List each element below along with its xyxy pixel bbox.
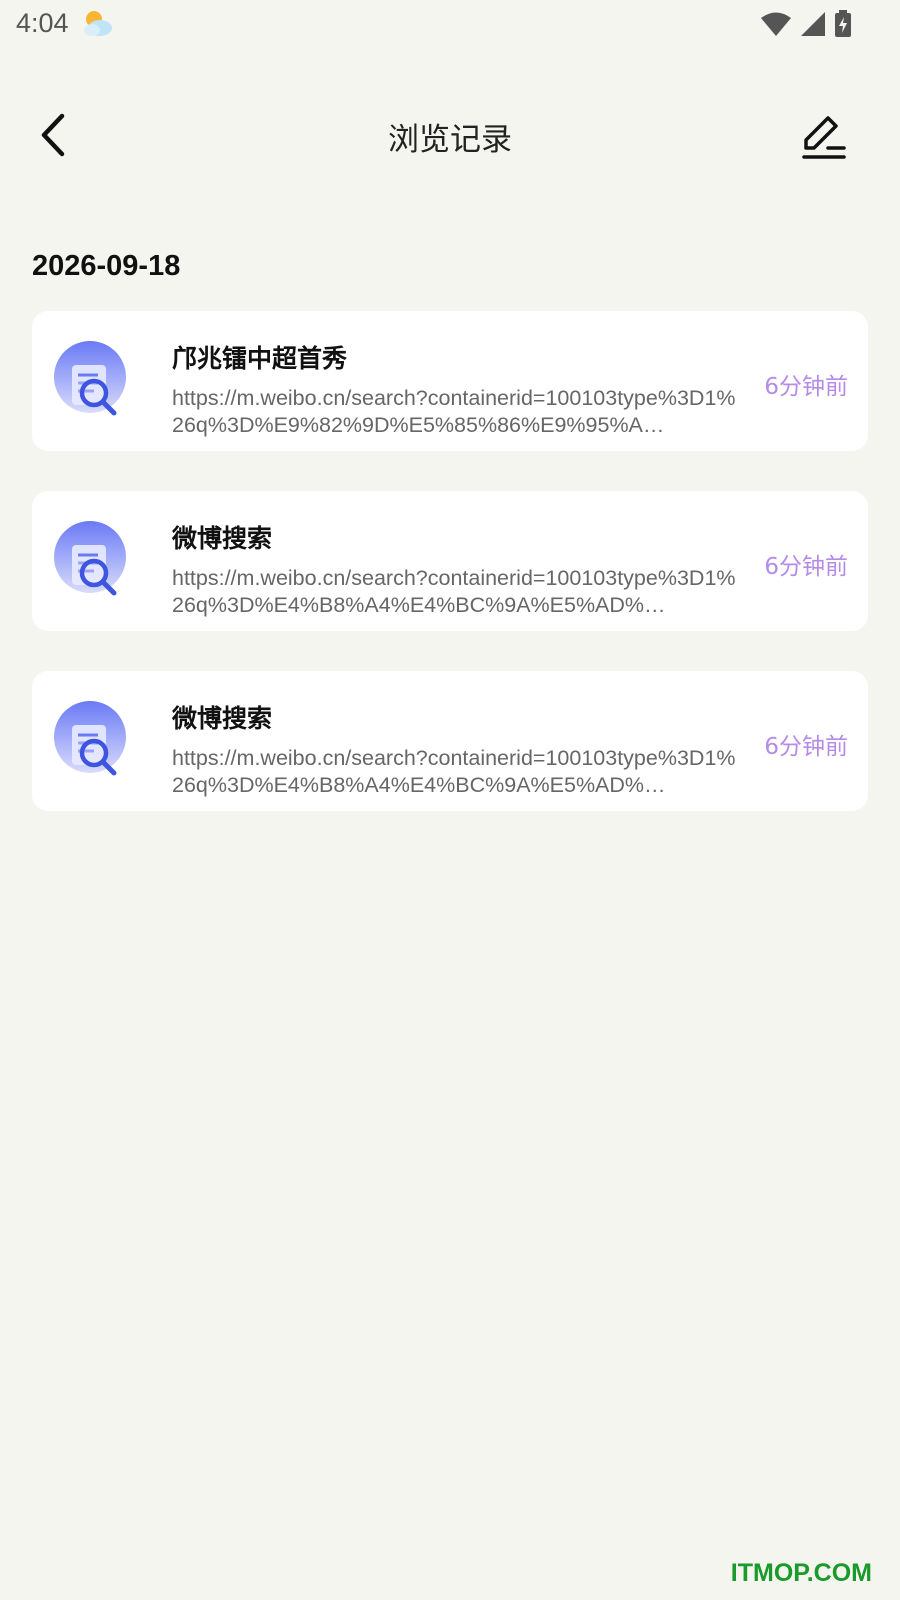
item-url: https://m.weibo.cn/search?containerid=10… [172,566,736,617]
date-group-label: 2026-09-18 [32,250,181,282]
item-title: 微博搜索 [172,524,273,553]
search-document-icon [54,521,136,603]
wifi-icon [760,11,792,41]
item-title: 邝兆镭中超首秀 [172,344,348,373]
history-list: 邝兆镭中超首秀 https://m.weibo.cn/search?contai… [32,311,868,851]
item-url: https://m.weibo.cn/search?containerid=10… [172,386,736,437]
history-item[interactable]: 微博搜索 https://m.weibo.cn/search?container… [32,671,868,811]
item-url: https://m.weibo.cn/search?containerid=10… [172,746,736,797]
watermark: ITMOP.COM [730,1559,872,1587]
search-document-icon [54,341,136,423]
status-bar: 4:04 [0,0,900,48]
history-item[interactable]: 微博搜索 https://m.weibo.cn/search?container… [32,491,868,631]
edit-button[interactable] [798,110,852,164]
search-document-icon [54,701,136,783]
item-time: 6分钟前 [764,554,848,580]
header: 浏览记录 [0,100,900,170]
partly-cloudy-icon [80,8,114,38]
edit-icon [798,116,852,168]
cell-signal-icon [800,11,826,41]
item-title: 微博搜索 [172,704,273,733]
item-time: 6分钟前 [764,374,848,400]
item-time: 6分钟前 [764,734,848,760]
battery-charging-icon [834,10,852,42]
history-item[interactable]: 邝兆镭中超首秀 https://m.weibo.cn/search?contai… [32,311,868,451]
page-title: 浏览记录 [388,122,512,158]
status-time: 4:04 [16,8,69,38]
